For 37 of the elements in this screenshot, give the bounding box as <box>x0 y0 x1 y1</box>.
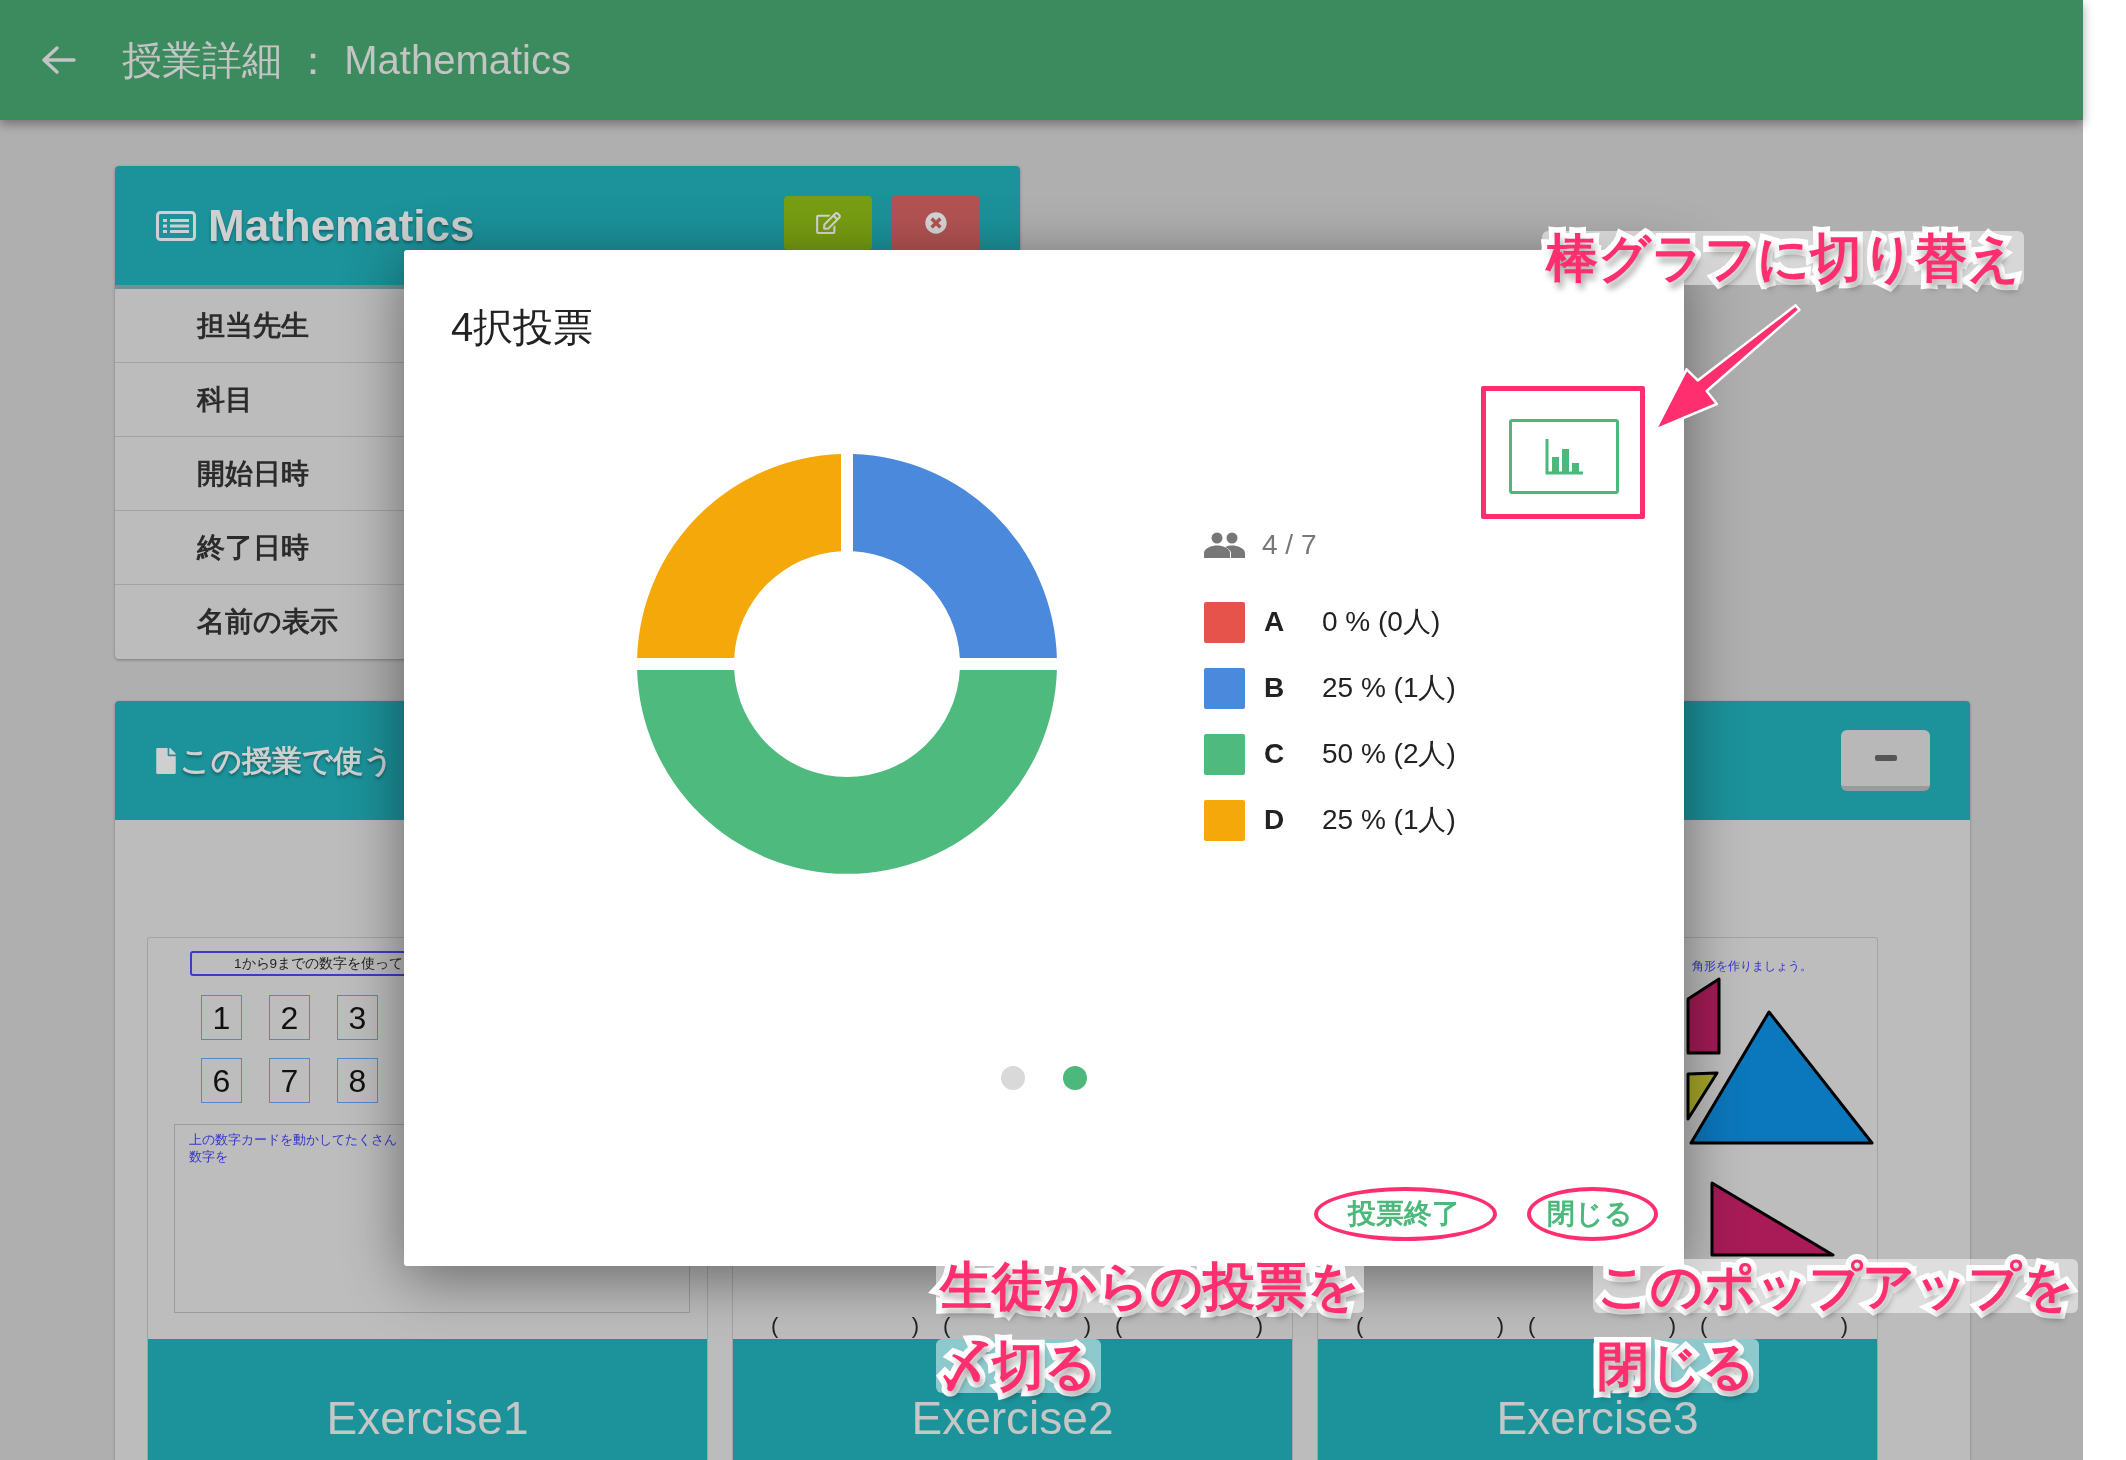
field-label: 終了日時 <box>197 530 309 565</box>
field-label: 担当先生 <box>197 308 309 343</box>
exercise-title: Exercise1 <box>148 1339 707 1460</box>
field-label: 開始日時 <box>197 456 309 491</box>
answer-blank: ( ) <box>943 1314 1091 1338</box>
legend-label: C <box>1264 737 1286 771</box>
legend-label: D <box>1264 803 1286 837</box>
legend-label: B <box>1264 671 1286 705</box>
number-card: 1 <box>201 995 242 1040</box>
legend-label: A <box>1264 605 1286 639</box>
number-card: 8 <box>337 1058 378 1103</box>
answer-blank: ( ) <box>1115 1314 1263 1338</box>
field-label: 名前の表示 <box>197 605 338 639</box>
response-count: 4 / 7 <box>1262 528 1317 562</box>
card-title: Mathematics <box>208 199 475 252</box>
callout-label: 〆切る <box>940 1339 1097 1393</box>
legend-value: 25 % (1人) <box>1322 803 1456 837</box>
number-card: 7 <box>269 1058 310 1103</box>
instruction-text: 角形を作りましょう。 <box>1692 958 1812 974</box>
field-label: 科目 <box>197 382 253 417</box>
number-card: 2 <box>269 995 310 1040</box>
answer-blank: ( ) <box>771 1314 919 1338</box>
page-title: 授業詳細 ： Mathematics <box>122 37 571 84</box>
answer-area-text: 上の数字カードを動かしてたくさん数字を <box>189 1131 398 1165</box>
callout-label: 閉じる <box>1597 1339 1755 1393</box>
answer-blank: ( ) <box>1528 1314 1676 1338</box>
number-card: 3 <box>337 995 378 1040</box>
answer-blank: ( ) <box>1356 1314 1504 1338</box>
callout-label: このポップアップを <box>1597 1259 2074 1313</box>
legend-value: 0 % (0人) <box>1322 605 1441 639</box>
card-title: この授業で使う <box>180 743 394 779</box>
callout-label: 棒グラフに切り替え <box>1546 231 2020 285</box>
dialog-title: 4択投票 <box>451 304 594 350</box>
number-card: 6 <box>201 1058 242 1103</box>
legend-value: 25 % (1人) <box>1322 671 1456 705</box>
legend-value: 50 % (2人) <box>1322 737 1456 771</box>
answer-blank: ( ) <box>1700 1314 1848 1338</box>
